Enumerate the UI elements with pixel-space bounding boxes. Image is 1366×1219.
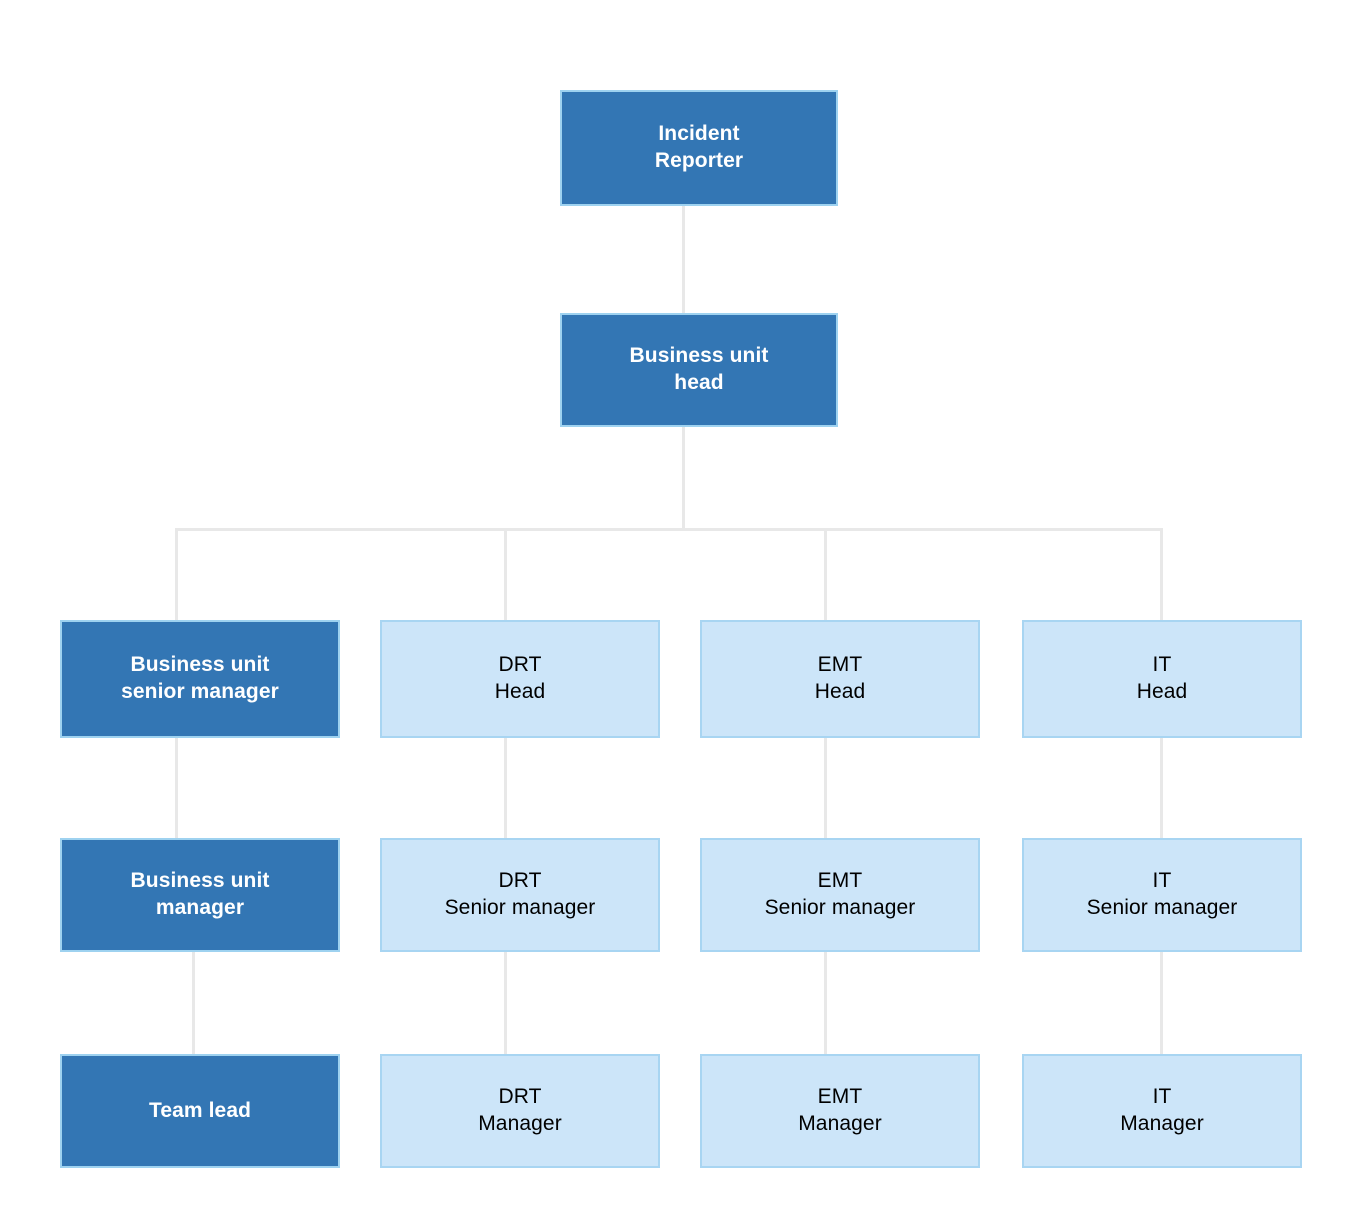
node-emt-manager[interactable]: EMT Manager (700, 1054, 980, 1168)
node-emt-senior-manager-label: EMT Senior manager (764, 869, 916, 919)
node-it-head[interactable]: IT Head (1022, 620, 1302, 738)
node-drt-senior-manager[interactable]: DRT Senior manager (380, 838, 660, 952)
connector-bus-drop-emt (824, 528, 827, 622)
connector-horizontal-bus (175, 528, 1163, 531)
node-it-manager[interactable]: IT Manager (1022, 1054, 1302, 1168)
node-business-unit-manager-label: Business unit manager (130, 869, 270, 919)
node-drt-manager[interactable]: DRT Manager (380, 1054, 660, 1168)
node-incident-reporter-label: Incident Reporter (654, 122, 744, 172)
node-business-unit-head[interactable]: Business unit head (560, 313, 838, 427)
connector-bu-manager-to-team-lead (192, 935, 195, 1054)
connector-emt-senior-to-emt-manager (824, 952, 827, 1054)
connector-it-senior-to-it-manager (1160, 952, 1163, 1054)
node-drt-manager-label: DRT Manager (478, 1085, 562, 1135)
connector-reporter-to-bu-head (682, 206, 685, 316)
connector-bus-drop-business-unit (175, 528, 178, 622)
node-incident-reporter[interactable]: Incident Reporter (560, 90, 838, 206)
node-team-lead[interactable]: Team lead (60, 1054, 340, 1168)
org-chart-canvas: Incident Reporter Business unit head Bus… (0, 0, 1366, 1219)
connector-emt-head-to-emt-senior (824, 738, 827, 838)
node-drt-head[interactable]: DRT Head (380, 620, 660, 738)
node-it-head-label: IT Head (1136, 653, 1188, 703)
node-emt-head[interactable]: EMT Head (700, 620, 980, 738)
node-business-unit-senior-manager[interactable]: Business unit senior manager (60, 620, 340, 738)
node-business-unit-senior-manager-label: Business unit senior manager (121, 653, 279, 703)
node-it-senior-manager[interactable]: IT Senior manager (1022, 838, 1302, 952)
node-business-unit-head-label: Business unit head (629, 344, 769, 394)
connector-bu-head-stem (682, 427, 685, 531)
node-it-senior-manager-label: IT Senior manager (1086, 869, 1238, 919)
node-drt-senior-manager-label: DRT Senior manager (444, 869, 596, 919)
connector-drt-senior-to-drt-manager (504, 952, 507, 1054)
node-emt-manager-label: EMT Manager (798, 1085, 882, 1135)
connector-bus-drop-it (1160, 528, 1163, 622)
connector-bus-drop-drt (504, 528, 507, 622)
connector-bu-senior-to-bu-manager (175, 738, 178, 838)
node-business-unit-manager[interactable]: Business unit manager (60, 838, 340, 952)
node-it-manager-label: IT Manager (1120, 1085, 1204, 1135)
node-emt-senior-manager[interactable]: EMT Senior manager (700, 838, 980, 952)
node-team-lead-label: Team lead (148, 1098, 252, 1122)
node-emt-head-label: EMT Head (814, 653, 866, 703)
node-drt-head-label: DRT Head (494, 653, 546, 703)
connector-drt-head-to-drt-senior (504, 738, 507, 838)
connector-it-head-to-it-senior (1160, 738, 1163, 838)
